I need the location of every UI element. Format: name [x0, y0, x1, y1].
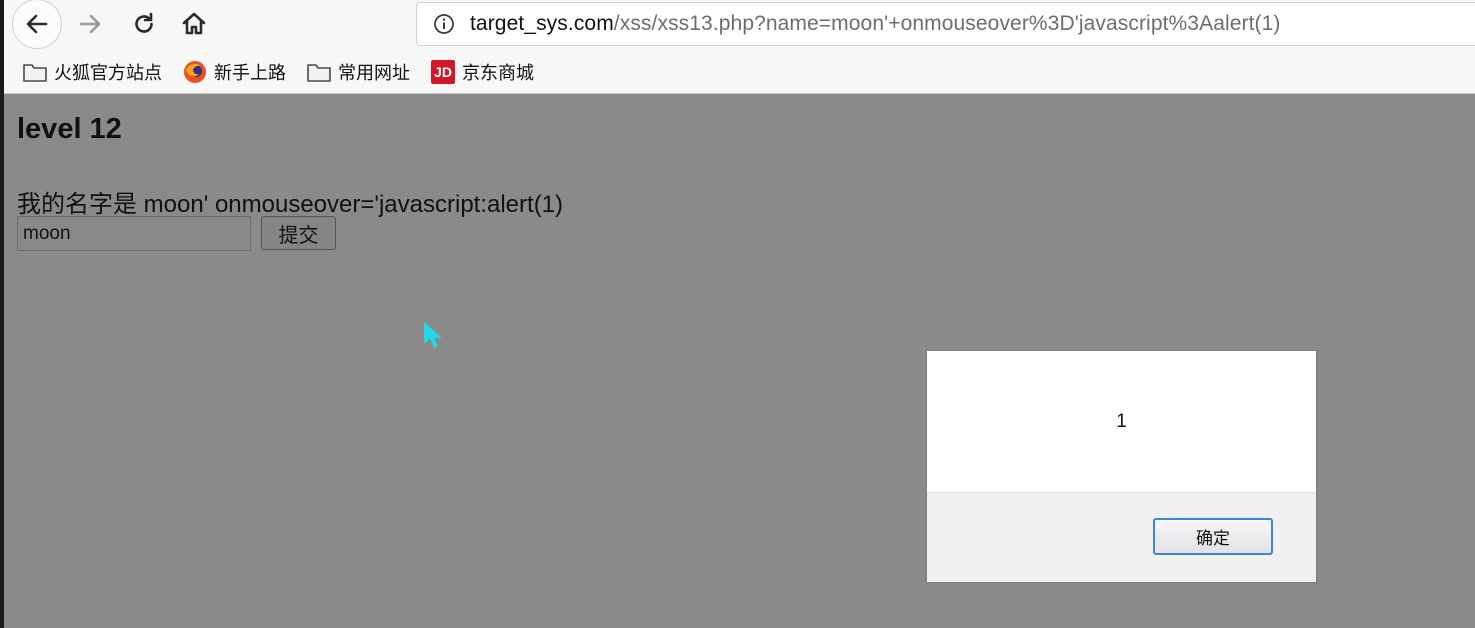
browser-toolbar: target_sys.com/xss/xss13.php?name=moon'+… [4, 0, 1475, 50]
bookmark-item[interactable]: 常用网址 [306, 59, 410, 85]
jd-logo-text: JD [431, 59, 455, 84]
bookmark-item[interactable]: JD 京东商城 [430, 59, 534, 85]
alert-footer: 确定 [927, 492, 1316, 582]
reload-button[interactable] [122, 2, 166, 46]
reload-icon [135, 12, 153, 33]
bookmarks-toolbar: 火狐官方站点 新手上路 常用网址 JD 京东商城 [4, 50, 1475, 94]
bookmark-label: 常用网址 [338, 62, 410, 83]
folder-icon [306, 61, 332, 83]
jd-icon: JD [430, 59, 456, 84]
back-button[interactable] [12, 0, 62, 49]
page-title: level 12 [17, 113, 122, 145]
ok-button[interactable]: 确定 [1153, 518, 1273, 555]
window-edge [0, 0, 4, 628]
forward-button[interactable] [68, 2, 112, 46]
name-display: 我的名字是 moon' onmouseover='javascript:aler… [17, 191, 564, 218]
alert-message: 1 [1116, 410, 1127, 432]
home-button[interactable] [172, 2, 216, 46]
alert-dialog: 1 确定 [927, 351, 1316, 582]
url-text[interactable]: target_sys.com/xss/xss13.php?name=moon'+… [470, 12, 1281, 36]
bookmark-label: 京东商城 [462, 62, 534, 83]
folder-icon [22, 61, 48, 83]
name-input[interactable]: moon [17, 216, 251, 251]
bookmark-item[interactable]: 新手上路 [182, 59, 286, 85]
url-path: /xss/xss13.php?name=moon'+onmouseover%3D… [613, 12, 1281, 35]
arrow-left-icon [26, 14, 48, 34]
mouse-cursor-icon [423, 321, 443, 354]
submit-button[interactable]: 提交 [261, 216, 336, 250]
bookmark-label: 火狐官方站点 [54, 62, 162, 83]
bookmark-label: 新手上路 [214, 62, 286, 83]
home-icon [182, 12, 206, 35]
url-bar[interactable]: target_sys.com/xss/xss13.php?name=moon'+… [416, 2, 1475, 46]
browser-window: target_sys.com/xss/xss13.php?name=moon'+… [0, 0, 1475, 628]
arrow-right-icon [79, 14, 101, 34]
url-host: target_sys.com [470, 12, 614, 35]
bookmark-item[interactable]: 火狐官方站点 [22, 59, 162, 85]
firefox-icon [182, 60, 208, 83]
info-icon[interactable] [432, 12, 456, 36]
